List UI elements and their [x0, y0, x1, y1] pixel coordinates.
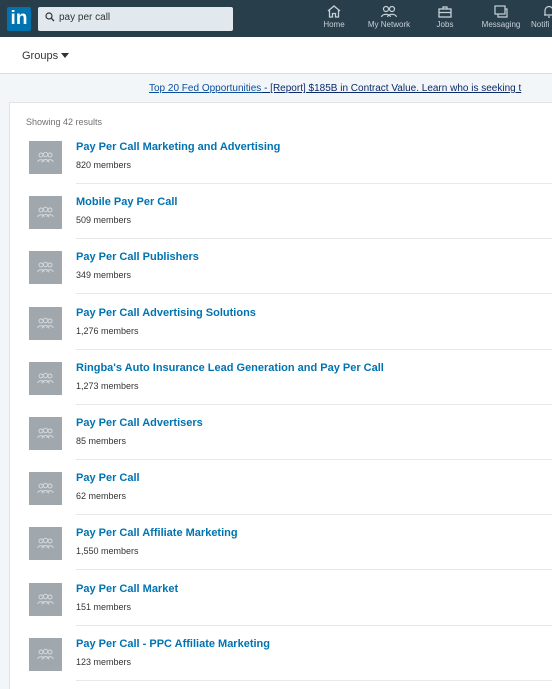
group-avatar[interactable] — [29, 141, 62, 174]
group-avatar[interactable] — [29, 638, 62, 671]
result-row[interactable]: Pay Per Call 62 members — [10, 460, 552, 515]
group-avatar[interactable] — [29, 527, 62, 560]
group-avatar[interactable] — [29, 417, 62, 450]
nav-home-label: Home — [323, 20, 345, 29]
search-icon — [45, 12, 55, 22]
result-row[interactable]: Mobile Pay Per Call 509 members — [10, 184, 552, 239]
group-icon — [37, 593, 54, 605]
network-icon — [380, 5, 398, 18]
row-divider — [76, 569, 552, 570]
result-row[interactable]: Pay Per Call - PPC Affiliate Marketing 12… — [10, 626, 552, 681]
group-member-count: 85 members — [76, 436, 127, 446]
search-results-card: Showing 42 results Pay Per Call Marketin… — [9, 102, 552, 689]
group-member-count: 509 members — [76, 215, 132, 225]
ad-text[interactable]: - [Report] $185B in Contract Value. Lear… — [261, 83, 521, 94]
nav-notifications[interactable]: Notifi — [531, 4, 552, 36]
sponsored-ad[interactable]: Top 20 Fed Opportunities - [Report] $185… — [149, 83, 521, 94]
group-icon — [37, 372, 54, 384]
bell-icon — [544, 5, 552, 18]
result-row[interactable]: Ringba's Auto Insurance Lead Generation … — [10, 350, 552, 405]
top-nav-bar: in pay per call Home My Network Jobs Mes… — [0, 0, 552, 37]
group-name-link[interactable]: Pay Per Call Market — [76, 583, 178, 595]
group-member-count: 151 members — [76, 602, 132, 612]
result-row[interactable]: Pay Per Call Marketing and Advertising 82… — [10, 129, 552, 184]
search-query: pay per call — [59, 12, 111, 23]
group-avatar[interactable] — [29, 196, 62, 229]
group-avatar[interactable] — [29, 583, 62, 616]
group-member-count: 62 members — [76, 491, 127, 501]
linkedin-logo[interactable]: in — [7, 7, 31, 31]
group-icon — [37, 482, 54, 494]
group-member-count: 1,273 members — [76, 381, 139, 391]
group-avatar[interactable] — [29, 307, 62, 340]
result-row[interactable]: Pay Per Call Affiliate Marketing 1,550 me… — [10, 515, 552, 570]
briefcase-icon — [438, 6, 452, 18]
nav-jobs-label: Jobs — [436, 20, 454, 29]
result-row[interactable]: Pay Per Call Market 151 members — [10, 571, 552, 626]
results-count: Showing 42 results — [26, 117, 103, 127]
group-name-link[interactable]: Pay Per Call Advertising Solutions — [76, 307, 256, 319]
group-icon — [37, 427, 54, 439]
nav-jobs[interactable]: Jobs — [432, 4, 458, 36]
group-name-link[interactable]: Pay Per Call - PPC Affiliate Marketing — [76, 638, 270, 650]
group-avatar[interactable] — [29, 472, 62, 505]
ad-link[interactable]: Top 20 Fed Opportunities — [149, 83, 261, 94]
nav-my-network[interactable]: My Network — [364, 4, 414, 36]
nav-messaging-label: Messaging — [481, 20, 521, 29]
caret-down-icon — [61, 53, 70, 58]
group-icon — [37, 317, 54, 329]
groups-filter-dropdown[interactable]: Groups — [22, 50, 70, 62]
group-name-link[interactable]: Ringba's Auto Insurance Lead Generation … — [76, 362, 384, 374]
group-name-link[interactable]: Pay Per Call — [76, 472, 140, 484]
group-icon — [37, 151, 54, 163]
group-avatar[interactable] — [29, 362, 62, 395]
group-name-link[interactable]: Pay Per Call Affiliate Marketing — [76, 527, 238, 539]
result-row[interactable]: Pay Per Call Advertising Solutions 1,276 … — [10, 295, 552, 350]
search-input[interactable]: pay per call — [38, 7, 233, 31]
group-icon — [37, 261, 54, 273]
group-member-count: 123 members — [76, 657, 132, 667]
group-name-link[interactable]: Pay Per Call Publishers — [76, 251, 199, 263]
row-divider — [76, 680, 552, 681]
nav-home[interactable]: Home — [320, 4, 348, 36]
messaging-icon — [494, 5, 508, 18]
nav-my-network-label: My Network — [367, 20, 411, 29]
group-avatar[interactable] — [29, 251, 62, 284]
nav-notifications-label: Notifi — [531, 20, 550, 29]
group-member-count: 1,276 members — [76, 326, 139, 336]
group-name-link[interactable]: Mobile Pay Per Call — [76, 196, 177, 208]
filter-bar: Groups — [0, 37, 552, 74]
group-name-link[interactable]: Pay Per Call Advertisers — [76, 417, 203, 429]
group-member-count: 1,550 members — [76, 546, 139, 556]
group-member-count: 820 members — [76, 160, 132, 170]
group-member-count: 349 members — [76, 270, 132, 280]
nav-messaging[interactable]: Messaging — [478, 4, 524, 36]
group-name-link[interactable]: Pay Per Call Marketing and Advertising — [76, 141, 280, 153]
group-icon — [37, 648, 54, 660]
result-row[interactable]: Pay Per Call Publishers 349 members — [10, 239, 552, 294]
home-icon — [327, 5, 341, 18]
row-divider — [76, 293, 552, 294]
group-icon — [37, 537, 54, 549]
result-row[interactable]: Pay Per Call Advertisers 85 members — [10, 405, 552, 460]
groups-filter-label: Groups — [22, 50, 59, 62]
group-icon — [37, 206, 54, 218]
